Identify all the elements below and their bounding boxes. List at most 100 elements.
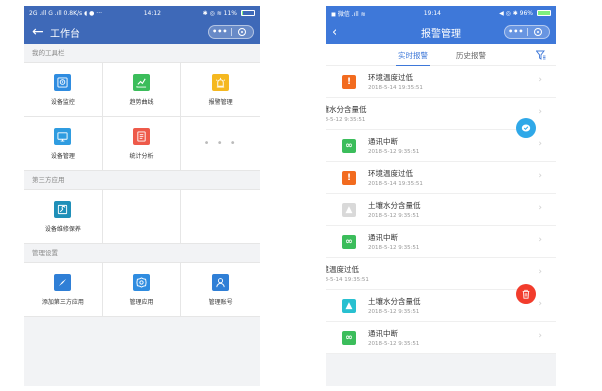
more-menu-button[interactable]: •••	[209, 28, 231, 36]
tool-label: 添加第三方应用	[41, 298, 84, 306]
chevron-right-icon: ›	[538, 107, 542, 117]
confirm-button[interactable]	[516, 118, 536, 138]
tool-device-maintenance[interactable]: 设备维修保养	[24, 190, 103, 244]
user-icon	[212, 273, 230, 291]
tab-realtime-alarms[interactable]: 实时报警	[398, 50, 428, 61]
more-tools[interactable]: • • •	[181, 117, 260, 171]
alarm-name: 通讯中断	[368, 233, 398, 242]
app-header: ← 工作台 •••	[24, 20, 260, 44]
alarm-name: 土壤水分含量低	[368, 297, 421, 306]
workbench-screen: 2G .ıll G .ıll 0.8K/s ◖ ● ··· 14:12 ✱ ◎ …	[24, 6, 260, 386]
battery-icon	[241, 10, 255, 16]
mini-program-capsule: •••	[504, 25, 550, 39]
page-title: 工作台	[50, 28, 80, 40]
alarm-bell-icon: ▲	[342, 298, 356, 313]
alarm-time: 2018-5-12 9:35:51	[368, 341, 420, 347]
empty-cell	[181, 190, 260, 244]
compass-icon	[54, 273, 72, 291]
alarm-time: 2018-5-12 9:35:51	[368, 245, 420, 251]
alarm-row[interactable]: ! 环境温度过低 2018-5-14 19:35:51 ›	[326, 162, 556, 194]
alarm-text: 环境温度过低 2018-5-14 19:35:51	[326, 264, 369, 283]
status-bar: 2G .ıll G .ıll 0.8K/s ◖ ● ··· 14:12 ✱ ◎ …	[24, 6, 260, 20]
alarm-row[interactable]: ! 环境温度过低 2018-5-14 19:35:51 ›	[326, 66, 556, 98]
alarm-row[interactable]: 环境温度过低 2018-5-14 19:35:51 ›	[326, 258, 542, 290]
alarm-name: 环境温度过低	[368, 73, 413, 82]
alarm-row[interactable]: ∞ 通讯中断 2018-5-12 9:35:51 ›	[326, 322, 556, 354]
settings-gear-icon	[132, 273, 150, 291]
alarm-tabs: 实时报警 历史报警	[326, 44, 556, 66]
management-grid: 添加第三方应用 管理应用 管理账号	[24, 262, 260, 317]
section-label-toolbar: 我的工具栏	[32, 49, 65, 57]
section-label-management: 管理设置	[32, 249, 58, 257]
more-dots-icon: • • •	[203, 138, 238, 149]
alarm-bell-icon: ▲	[342, 202, 356, 217]
close-target-button[interactable]	[231, 28, 253, 36]
alarm-text: 通讯中断 2018-5-12 9:35:51	[368, 328, 419, 347]
alarm-name: 土壤水分含量低	[326, 105, 367, 114]
tool-device-management[interactable]: 设备管理	[24, 117, 103, 171]
status-time: 19:14	[423, 9, 441, 17]
alarm-text: 环境温度过低 2018-5-14 19:35:51	[368, 168, 423, 187]
alarm-time: 2018-5-14 19:35:51	[368, 85, 423, 91]
tool-label: 管理账号	[208, 298, 233, 306]
alarm-name: 环境温度过低	[368, 169, 413, 178]
more-menu-button[interactable]: •••	[505, 28, 527, 36]
alarm-light-icon	[212, 73, 230, 91]
alarm-text: 通讯中断 2018-5-12 9:35:51	[368, 136, 419, 155]
back-arrow-icon[interactable]: ←	[32, 25, 44, 39]
close-target-button[interactable]	[527, 28, 549, 36]
alarm-name: 通讯中断	[368, 137, 398, 146]
alarm-text: 土壤水分含量低 2018-5-12 9:35:51	[368, 200, 421, 219]
tool-statistics[interactable]: 统计分析	[102, 117, 182, 171]
alarm-row[interactable]: ∞ 通讯中断 2018-5-12 9:35:51 ›	[326, 226, 556, 258]
tool-label: 统计分析	[129, 152, 154, 160]
app-header: ‹ 报警管理 •••	[326, 20, 556, 44]
target-icon	[534, 28, 543, 36]
report-icon	[132, 127, 150, 145]
third-party-grid: 设备维修保养	[24, 189, 260, 244]
status-right: ◀ ◎ ✱ 96%	[499, 9, 533, 17]
tool-label: 设备维修保养	[44, 225, 81, 233]
status-left: 2G .ıll G .ıll 0.8K/s ◖ ● ···	[29, 9, 103, 17]
alarm-row[interactable]: 土壤水分含量低 2018-5-12 9:35:51 ›	[326, 98, 542, 130]
status-bar: ◼ 微信 .ıll ≋ 19:14 ◀ ◎ ✱ 96%	[326, 6, 556, 20]
trash-icon	[522, 289, 530, 299]
alarm-name: 土壤水分含量低	[368, 201, 421, 210]
tool-label: 设备管理	[50, 152, 75, 160]
alarm-time: 2018-5-12 9:35:51	[368, 213, 420, 219]
monitor-icon	[54, 127, 72, 145]
battery-icon	[537, 10, 551, 16]
tab-history-alarms[interactable]: 历史报警	[456, 50, 486, 61]
tool-manage-accounts[interactable]: 管理账号	[181, 263, 260, 317]
check-bubble-icon	[521, 124, 531, 132]
tool-device-monitor[interactable]: 设备监控	[24, 63, 103, 117]
alarm-time: 2018-5-12 9:35:51	[368, 309, 420, 315]
alarm-list: ! 环境温度过低 2018-5-14 19:35:51 › 土壤水分含量低 2018-5-…	[326, 66, 556, 354]
alarm-text: 土壤水分含量低 2018-5-12 9:35:51	[368, 296, 421, 315]
status-left: ◼ 微信 .ıll ≋	[331, 10, 366, 18]
tool-trend-curve[interactable]: 趋势曲线	[102, 63, 182, 117]
maintenance-icon	[54, 200, 72, 218]
chevron-right-icon: ›	[538, 235, 542, 245]
alarm-name: 通讯中断	[368, 329, 398, 338]
alarm-text: 土壤水分含量低 2018-5-12 9:35:51	[326, 104, 367, 123]
tool-alarm-management[interactable]: 报警管理	[181, 63, 260, 117]
tool-label: 趋势曲线	[129, 98, 154, 106]
tool-add-third-party[interactable]: 添加第三方应用	[24, 263, 103, 317]
tool-label: 设备监控	[50, 98, 75, 106]
chevron-right-icon: ›	[538, 171, 542, 181]
tool-label: 管理应用	[129, 298, 154, 306]
section-label-third-party: 第三方应用	[32, 176, 65, 184]
delete-button[interactable]	[516, 284, 536, 304]
tool-manage-apps[interactable]: 管理应用	[102, 263, 182, 317]
warning-icon: !	[342, 170, 356, 185]
empty-cell	[102, 190, 182, 244]
filter-icon[interactable]	[536, 50, 546, 60]
chevron-right-icon: ›	[538, 75, 542, 85]
alarm-time: 2018-5-14 19:35:51	[326, 277, 369, 283]
alarm-row[interactable]: ▲ 土壤水分含量低 2018-5-12 9:35:51 ›	[326, 194, 556, 226]
chevron-right-icon: ›	[538, 139, 542, 149]
chevron-right-icon: ›	[538, 299, 542, 309]
alarm-time: 2018-5-14 19:35:51	[368, 181, 423, 187]
link-icon: ∞	[342, 330, 356, 345]
